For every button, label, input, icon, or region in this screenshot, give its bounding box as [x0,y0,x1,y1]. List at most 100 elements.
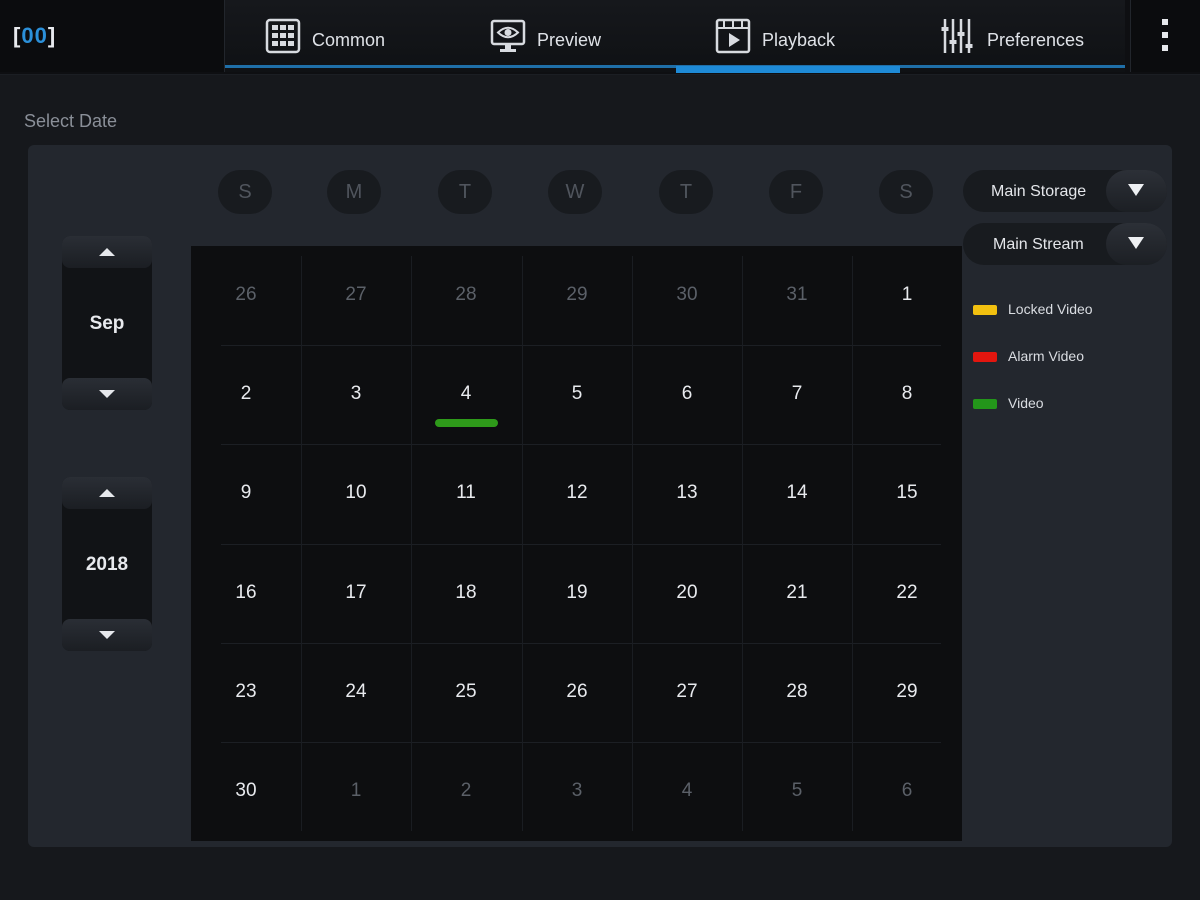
day-number: 21 [786,582,808,603]
tab-preferences-label: Preferences [987,30,1085,50]
day-number: 18 [455,582,477,603]
more-menu-button[interactable] [1130,0,1200,72]
calendar-day[interactable]: 10 [301,444,411,543]
calendar-day-other-month: 26 [191,246,301,345]
calendar-day[interactable]: 22 [852,544,962,643]
day-number: 9 [240,482,252,503]
day-number: 14 [786,482,808,503]
calendar-day[interactable]: 30 [191,742,301,841]
calendar-day[interactable]: 25 [411,643,521,742]
storage-dropdown-button[interactable] [1106,170,1167,212]
day-number: 26 [566,681,588,702]
calendar-day[interactable]: 19 [522,544,632,643]
calendar-day[interactable]: 9 [191,444,301,543]
calendar-day[interactable]: 28 [742,643,852,742]
calendar-day[interactable]: 24 [301,643,411,742]
calendar-day-other-month: 1 [301,742,411,841]
day-number: 28 [455,284,477,305]
month-down-button[interactable] [62,378,152,410]
calendar-day[interactable]: 20 [632,544,742,643]
calendar-day[interactable]: 13 [632,444,742,543]
weekday-sat: S [879,170,933,214]
calendar-day[interactable]: 15 [852,444,962,543]
weekday-thu: T [659,170,713,214]
tab-common-label: Common [312,30,386,50]
month-value: Sep [89,313,125,334]
day-number: 31 [786,284,808,305]
month-up-button[interactable] [62,236,152,268]
day-number: 11 [456,482,476,503]
calendar-day[interactable]: 23 [191,643,301,742]
calendar-day[interactable]: 16 [191,544,301,643]
calendar-day[interactable]: 8 [852,345,962,444]
tab-preview-label: Preview [537,30,602,50]
day-number: 10 [345,482,367,503]
tab-playback[interactable]: Playback [675,0,900,66]
day-number: 5 [791,780,803,801]
stream-select[interactable]: Main Stream [963,223,1167,265]
calendar-day[interactable]: 2 [191,345,301,444]
active-tab-indicator [676,66,900,73]
calendar-day[interactable]: 7 [742,345,852,444]
day-number: 26 [235,284,257,305]
calendar-day[interactable]: 1 [852,246,962,345]
tab-underline [225,65,1125,68]
day-number: 23 [235,681,257,702]
day-number: 17 [345,582,367,603]
calendar-day[interactable]: 12 [522,444,632,543]
day-number: 27 [676,681,698,702]
sliders-icon [941,19,973,53]
calendar-day-other-month: 2 [411,742,521,841]
day-number: 16 [235,582,257,603]
triangle-up-icon [99,248,115,256]
day-number: 2 [240,383,252,404]
day-number: 30 [676,284,698,305]
monitor-eye-icon [490,19,526,52]
calendar-day[interactable]: 3 [301,345,411,444]
storage-select[interactable]: Main Storage [963,170,1167,212]
calendar-day-other-month: 5 [742,742,852,841]
calendar-day-other-month: 29 [522,246,632,345]
tab-common[interactable]: Common [225,0,450,66]
day-number: 29 [896,681,918,702]
triangle-down-icon [1128,237,1144,249]
legend-label: Locked Video [1008,301,1093,317]
calendar-day[interactable]: 17 [301,544,411,643]
day-number: 4 [460,383,472,404]
day-number: 28 [786,681,808,702]
legend-swatch [973,399,997,409]
grid-icon [265,18,301,54]
day-number: 30 [235,780,257,801]
calendar-day[interactable]: 26 [522,643,632,742]
legend-label: Alarm Video [1008,348,1085,364]
year-down-button[interactable] [62,619,152,651]
year-value: 2018 [85,554,129,575]
recording-indicator [435,419,498,427]
calendar-day[interactable]: 6 [632,345,742,444]
day-number: 3 [571,780,583,801]
calendar-day[interactable]: 14 [742,444,852,543]
year-up-button[interactable] [62,477,152,509]
day-number: 6 [901,780,913,801]
day-number: 29 [566,284,588,305]
day-number: 25 [455,681,477,702]
calendar-day[interactable]: 29 [852,643,962,742]
calendar-day[interactable]: 4 [411,345,521,444]
tab-preview[interactable]: Preview [450,0,675,66]
triangle-down-icon [1128,184,1144,196]
day-number: 5 [571,383,583,404]
film-play-icon [715,18,751,54]
day-number: 19 [566,582,588,603]
tab-preferences[interactable]: Preferences [900,0,1125,66]
calendar-day[interactable]: 11 [411,444,521,543]
calendar-day[interactable]: 27 [632,643,742,742]
calendar-day[interactable]: 18 [411,544,521,643]
logo-text: [00] [13,23,57,48]
calendar-day[interactable]: 21 [742,544,852,643]
calendar-day-other-month: 27 [301,246,411,345]
calendar-day[interactable]: 5 [522,345,632,444]
stream-dropdown-button[interactable] [1106,223,1167,265]
day-number: 12 [566,482,588,503]
calendar-day-other-month: 30 [632,246,742,345]
triangle-down-icon [99,631,115,639]
